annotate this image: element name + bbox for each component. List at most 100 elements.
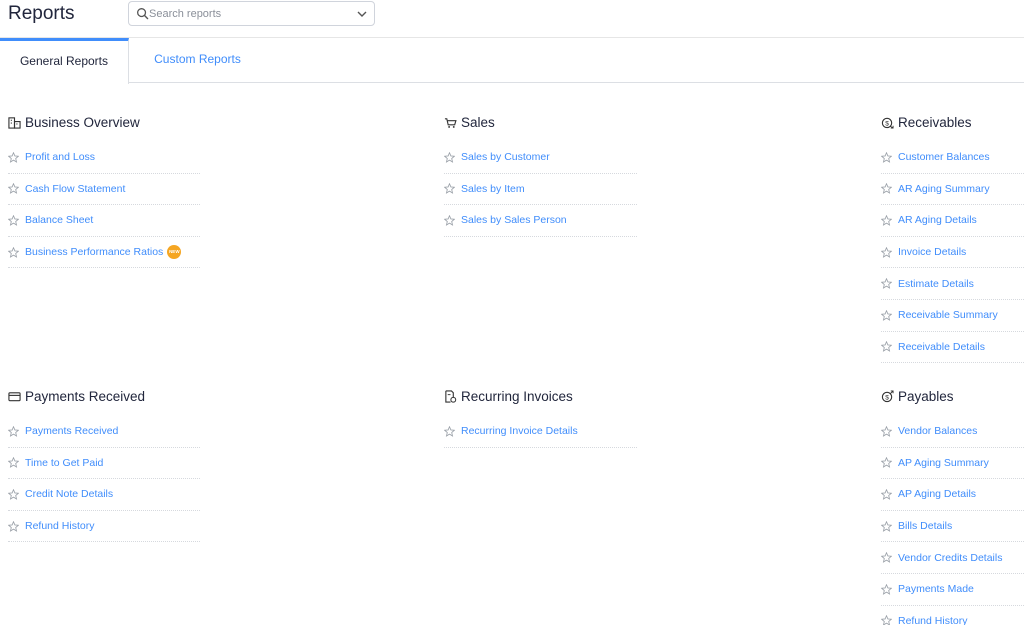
star-icon[interactable] — [881, 246, 892, 258]
recurring-doc-icon — [445, 389, 457, 403]
list-item: AR Aging Details — [881, 205, 1024, 237]
building-icon — [8, 116, 21, 129]
star-icon[interactable] — [881, 552, 892, 564]
section-receivables: $ Receivables Customer Balances AR Aging… — [881, 112, 1024, 364]
section-title: Payables — [898, 388, 954, 404]
section-title: Sales — [461, 114, 495, 130]
new-badge: NEW — [167, 245, 182, 260]
report-link-receivable-summary[interactable]: Receivable Summary — [898, 309, 998, 321]
list-item: AR Aging Summary — [881, 174, 1024, 206]
report-link-time-to-get-paid[interactable]: Time to Get Paid — [25, 457, 103, 469]
list-item: Cash Flow Statement — [8, 174, 200, 206]
card-icon — [8, 391, 21, 401]
report-link-sales-by-customer[interactable]: Sales by Customer — [461, 151, 550, 163]
report-link-refund-history-payables[interactable]: Refund History — [898, 615, 967, 625]
report-link-estimate-details[interactable]: Estimate Details — [898, 278, 974, 290]
report-link-ar-aging-summary[interactable]: AR Aging Summary — [898, 183, 990, 195]
tab-general-reports[interactable]: General Reports — [0, 38, 129, 84]
list-item: Sales by Sales Person — [444, 205, 637, 237]
list-item: Estimate Details — [881, 268, 1024, 300]
star-icon[interactable] — [881, 309, 892, 321]
list-item: Sales by Customer — [444, 142, 637, 174]
star-icon[interactable] — [881, 341, 892, 353]
report-link-vendor-balances[interactable]: Vendor Balances — [898, 425, 977, 437]
report-link-credit-note-details[interactable]: Credit Note Details — [25, 488, 113, 500]
report-link-payments-made[interactable]: Payments Made — [898, 583, 974, 595]
report-link-business-performance-ratios[interactable]: Business Performance Ratios — [25, 246, 163, 258]
report-link-sales-by-sales-person[interactable]: Sales by Sales Person — [461, 214, 567, 226]
star-icon[interactable] — [444, 214, 455, 226]
search-input[interactable] — [149, 5, 349, 23]
list-item: Time to Get Paid — [8, 448, 200, 480]
star-icon[interactable] — [8, 457, 19, 469]
section-title: Receivables — [898, 114, 972, 130]
list-item: AP Aging Summary — [881, 448, 1024, 480]
report-link-sales-by-item[interactable]: Sales by Item — [461, 183, 525, 195]
report-link-profit-and-loss[interactable]: Profit and Loss — [25, 151, 95, 163]
star-icon[interactable] — [881, 425, 892, 437]
star-icon[interactable] — [8, 520, 19, 532]
report-link-receivable-details[interactable]: Receivable Details — [898, 341, 985, 353]
coin-in-icon: $ — [881, 117, 894, 129]
star-icon[interactable] — [881, 151, 892, 163]
list-item: Bills Details — [881, 511, 1024, 543]
star-icon[interactable] — [881, 520, 892, 532]
list-item: Invoice Details — [881, 237, 1024, 269]
tab-custom-reports[interactable]: Custom Reports — [129, 38, 266, 83]
report-link-ap-aging-details[interactable]: AP Aging Details — [898, 488, 976, 500]
star-icon[interactable] — [444, 183, 455, 195]
star-icon[interactable] — [881, 183, 892, 195]
section-title: Business Overview — [25, 114, 140, 130]
star-icon[interactable] — [444, 151, 455, 163]
list-item: Customer Balances — [881, 142, 1024, 174]
chevron-down-icon[interactable] — [357, 10, 367, 18]
star-icon[interactable] — [8, 246, 19, 258]
report-link-invoice-details[interactable]: Invoice Details — [898, 246, 966, 258]
star-icon[interactable] — [881, 457, 892, 469]
report-link-balance-sheet[interactable]: Balance Sheet — [25, 214, 93, 226]
list-item: Business Performance Ratios NEW — [8, 237, 200, 269]
svg-text:$: $ — [885, 120, 889, 127]
list-item: Balance Sheet — [8, 205, 200, 237]
star-icon[interactable] — [8, 488, 19, 500]
section-business-overview: Business Overview Profit and Loss Cash F… — [8, 112, 200, 269]
list-item: Vendor Credits Details — [881, 542, 1024, 574]
search-icon — [137, 8, 149, 20]
star-icon[interactable] — [881, 278, 892, 290]
star-icon[interactable] — [881, 615, 892, 625]
coin-out-icon: $ — [881, 389, 894, 402]
list-item: Payments Received — [8, 416, 200, 448]
section-payables: $ Payables Vendor Balances AP Aging Summ… — [881, 386, 1024, 625]
star-icon[interactable] — [8, 151, 19, 163]
star-icon[interactable] — [444, 425, 455, 437]
star-icon[interactable] — [881, 488, 892, 500]
cart-icon — [444, 117, 457, 128]
top-bar: Reports — [0, 0, 1024, 38]
report-link-refund-history[interactable]: Refund History — [25, 520, 94, 532]
report-link-vendor-credits-details[interactable]: Vendor Credits Details — [898, 552, 1002, 564]
list-item: Sales by Item — [444, 174, 637, 206]
list-item: AP Aging Details — [881, 479, 1024, 511]
section-recurring-invoices: Recurring Invoices Recurring Invoice Det… — [444, 386, 637, 448]
section-title: Recurring Invoices — [461, 388, 573, 404]
list-item: Credit Note Details — [8, 479, 200, 511]
report-link-payments-received[interactable]: Payments Received — [25, 425, 118, 437]
star-icon[interactable] — [8, 183, 19, 195]
star-icon[interactable] — [881, 583, 892, 595]
section-sales: Sales Sales by Customer Sales by Item Sa… — [444, 112, 637, 237]
report-link-recurring-invoice-details[interactable]: Recurring Invoice Details — [461, 425, 578, 437]
report-link-customer-balances[interactable]: Customer Balances — [898, 151, 990, 163]
report-link-cash-flow-statement[interactable]: Cash Flow Statement — [25, 183, 125, 195]
report-link-bills-details[interactable]: Bills Details — [898, 520, 952, 532]
star-icon[interactable] — [881, 214, 892, 226]
list-item: Vendor Balances — [881, 416, 1024, 448]
page-title: Reports — [8, 3, 75, 24]
search-box[interactable] — [128, 1, 375, 26]
section-title: Payments Received — [25, 388, 146, 404]
star-icon[interactable] — [8, 425, 19, 437]
star-icon[interactable] — [8, 214, 19, 226]
report-link-ap-aging-summary[interactable]: AP Aging Summary — [898, 457, 989, 469]
list-item: Payments Made — [881, 574, 1024, 606]
list-item: Receivable Summary — [881, 300, 1024, 332]
report-link-ar-aging-details[interactable]: AR Aging Details — [898, 214, 977, 226]
